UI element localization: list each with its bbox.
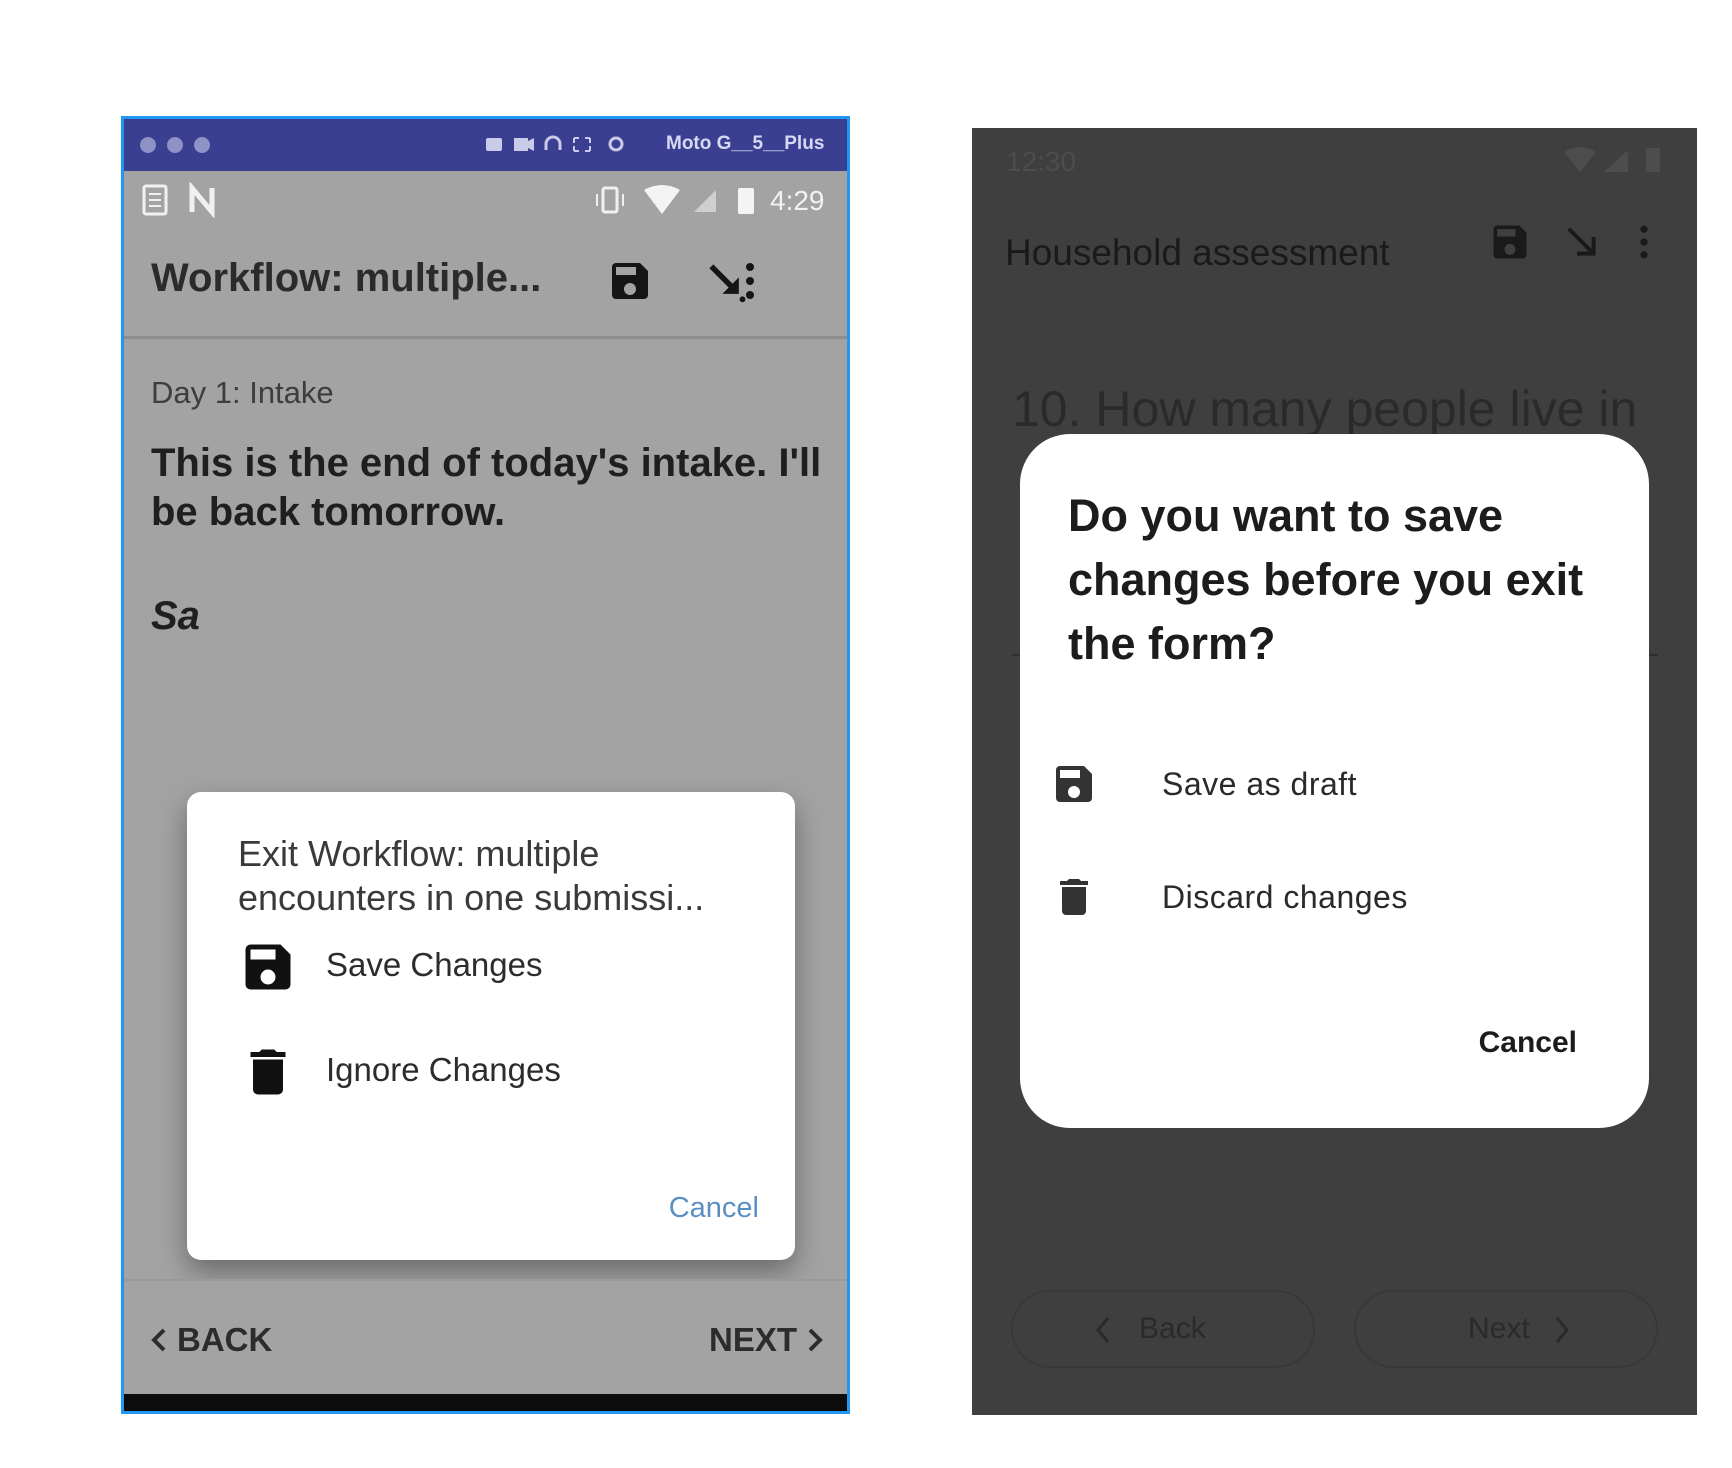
- save-icon: [245, 944, 291, 990]
- chevron-left-icon: [151, 1328, 166, 1352]
- question-text: 10. How many people live in: [1012, 381, 1638, 437]
- left-phone-screenshot: Moto G__5__Plus 4:29 Workflow: multiple.…: [121, 116, 850, 1414]
- option-label: Discard changes: [1162, 879, 1408, 915]
- status-time: 4:29: [770, 185, 825, 216]
- next-label: Next: [1468, 1312, 1530, 1345]
- section-subtitle: Day 1: Intake: [151, 375, 334, 410]
- save-changes-option[interactable]: Save Changes: [238, 932, 758, 1002]
- option-label: Ignore Changes: [326, 1051, 561, 1088]
- window-close-dot[interactable]: [140, 137, 156, 153]
- exit-dialog: Do you want to save changes before you e…: [1020, 434, 1649, 1128]
- system-navigation-bar: [124, 1394, 847, 1411]
- form-title: Household assessment: [1005, 232, 1390, 273]
- system-status-icons: [1564, 147, 1660, 172]
- chevron-right-icon: [1555, 1317, 1569, 1343]
- device-name: Moto G__5__Plus: [666, 133, 825, 154]
- system-status-icons: [596, 185, 754, 214]
- discard-changes-option[interactable]: Discard changes: [1050, 857, 1610, 937]
- emulator-controls-icon[interactable]: [484, 133, 634, 157]
- next-label: NEXT: [708, 1321, 797, 1358]
- cancel-button[interactable]: Cancel: [1479, 1026, 1577, 1060]
- emulator-title-bar: Moto G__5__Plus: [124, 119, 847, 171]
- dialog-title: Exit Workflow: multiple encounters in on…: [238, 833, 705, 918]
- form-content: Day 1: Intake This is the end of today's…: [124, 339, 847, 1379]
- app-toolbar: Household assessment: [972, 192, 1697, 312]
- chevron-right-icon: [808, 1328, 823, 1352]
- chevron-left-icon: [1096, 1317, 1110, 1343]
- overflow-menu-icon[interactable]: [1622, 220, 1666, 264]
- status-bar: 12:30: [972, 128, 1697, 192]
- next-button[interactable]: Next: [1354, 1290, 1658, 1368]
- back-button[interactable]: Back: [1011, 1290, 1315, 1368]
- cancel-button[interactable]: Cancel: [669, 1192, 759, 1225]
- ignore-changes-option[interactable]: Ignore Changes: [238, 1037, 758, 1107]
- window-minimize-dot[interactable]: [167, 137, 183, 153]
- save-icon[interactable]: [606, 257, 654, 305]
- exit-dialog: Exit Workflow: multiple encounters in on…: [187, 792, 795, 1260]
- save-icon: [1056, 766, 1092, 802]
- obscured-text: Sa: [151, 594, 200, 638]
- next-button[interactable]: NEXT: [709, 1321, 825, 1359]
- question-text: This is the end of today's intake. I'll …: [151, 441, 822, 534]
- right-phone-screenshot: 12:30 Household assessment 10. How many …: [972, 128, 1697, 1415]
- back-button[interactable]: BACK: [149, 1321, 272, 1359]
- overflow-menu-icon[interactable]: [726, 257, 774, 305]
- trash-icon: [1060, 879, 1088, 915]
- dialog-title: Do you want to save changes before you e…: [1068, 490, 1584, 669]
- trash-icon: [250, 1049, 286, 1095]
- notification-icons: [142, 182, 215, 218]
- bottom-navigation: BACK NEXT: [124, 1279, 847, 1396]
- back-label: Back: [1139, 1312, 1206, 1345]
- option-label: Save as draft: [1162, 766, 1358, 802]
- back-label: BACK: [177, 1321, 273, 1358]
- app-toolbar: Workflow: multiple...: [124, 229, 847, 339]
- save-icon[interactable]: [1488, 220, 1532, 264]
- go-to-end-icon[interactable]: [1562, 222, 1602, 262]
- form-title: Workflow: multiple...: [151, 256, 542, 300]
- window-maximize-dot[interactable]: [194, 137, 210, 153]
- status-bar: 4:29: [124, 171, 847, 229]
- status-time: 12:30: [1006, 146, 1077, 177]
- option-label: Save Changes: [326, 946, 543, 983]
- save-as-draft-option[interactable]: Save as draft: [1050, 744, 1610, 824]
